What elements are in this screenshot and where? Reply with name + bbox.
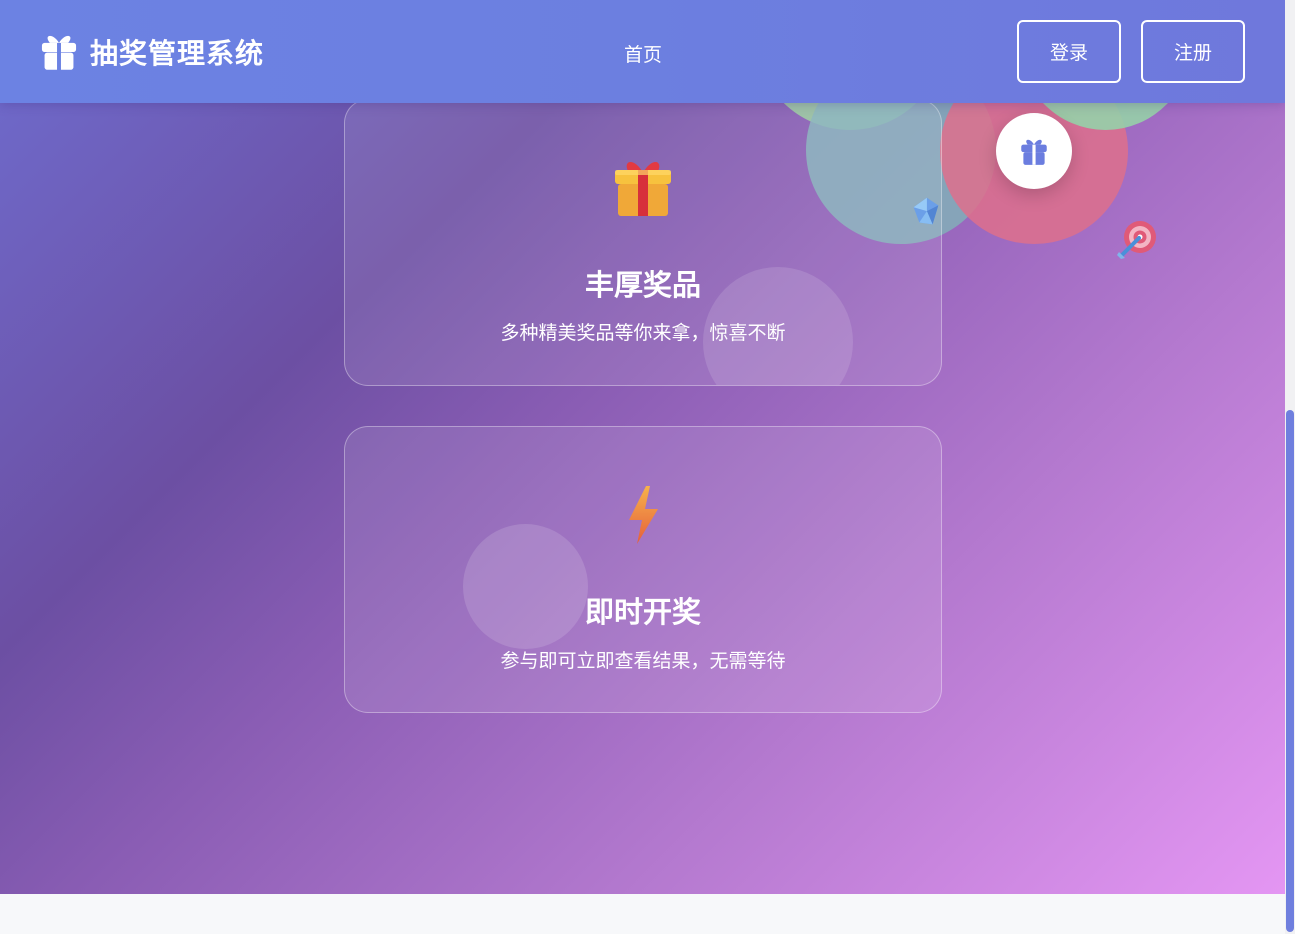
gift-box-icon: [615, 161, 671, 216]
target-dart-icon: [1117, 221, 1156, 259]
feature-card-instant-draw: 即时开奖 参与即可立即查看结果，无需等待: [344, 426, 942, 713]
logo[interactable]: 抽奖管理系统: [38, 31, 264, 73]
app-title: 抽奖管理系统: [90, 37, 265, 70]
feature-title: 丰厚奖品: [584, 268, 701, 302]
feature-description: 多种精美奖品等你来拿，惊喜不断: [500, 322, 786, 344]
feature-title: 即时开奖: [584, 595, 701, 629]
feature-description: 参与即可立即查看结果，无需等待: [500, 650, 786, 672]
login-button[interactable]: 登录: [1017, 20, 1121, 83]
gift-badge: [996, 113, 1072, 189]
hero-section: 丰厚奖品 多种精美奖品等你来拿，惊喜不断 即时开奖 参与即可立即查看结果，无需等…: [0, 0, 1285, 894]
top-navbar: 抽奖管理系统 首页 登录 注册: [0, 0, 1285, 103]
scrollbar-thumb[interactable]: [1286, 410, 1294, 932]
gift-icon: [1021, 139, 1047, 165]
nav-link-home[interactable]: 首页: [624, 40, 662, 67]
feature-card-prizes: 丰厚奖品 多种精美奖品等你来拿，惊喜不断: [344, 99, 942, 386]
footer-strip: [0, 894, 1285, 934]
register-button[interactable]: 注册: [1141, 20, 1245, 83]
lightning-icon: [629, 486, 658, 544]
gift-icon: [41, 35, 77, 71]
page: 丰厚奖品 多种精美奖品等你来拿，惊喜不断 即时开奖 参与即可立即查看结果，无需等…: [0, 0, 1295, 934]
